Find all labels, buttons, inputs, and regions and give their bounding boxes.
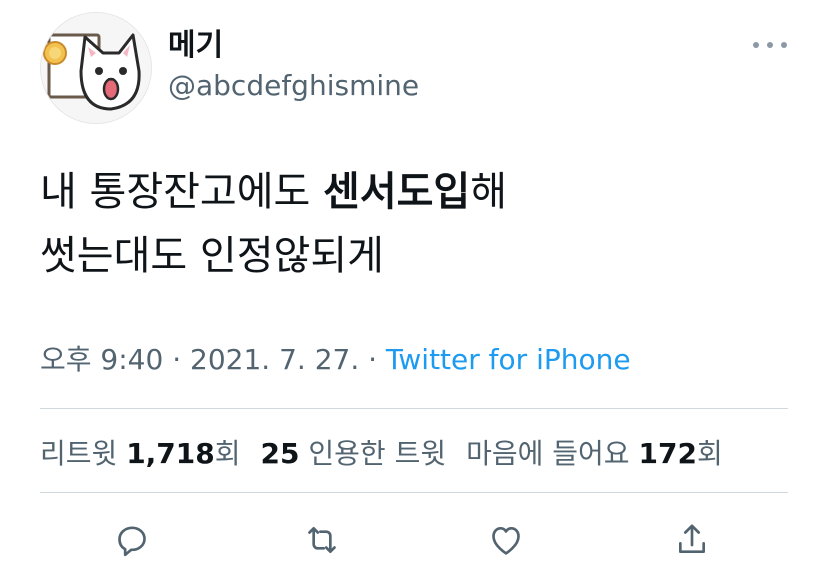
tweet-text-bold: 센서도입 [323,169,471,215]
meta-separator: · [163,343,191,376]
retweet-button[interactable] [298,516,346,564]
divider [40,492,788,493]
tweet-detail: 메기 @abcdefghismine 내 통장잔고에도 센서도입해 썻는대도 인… [0,0,828,584]
retweets-count: 1,718 [126,437,215,470]
retweets-suffix: 회 [214,437,241,470]
tweet-text-line-2: 썻는대도 인정않되게 [40,233,384,279]
tweet-text: 내 통장잔고에도 센서도입해 썻는대도 인정않되게 [40,160,800,288]
share-button[interactable] [668,516,716,564]
tweet-time[interactable]: 오후 9:40 [40,343,163,376]
like-button[interactable] [482,516,530,564]
divider [40,408,788,409]
share-icon [679,524,705,553]
more-dots-icon [753,42,787,48]
quotes-count: 25 [260,437,300,470]
retweets-stat[interactable]: 리트윗 1,718회 [40,437,241,470]
retweets-label: 리트윗 [40,437,118,470]
tweet-text-prefix: 내 통장잔고에도 [40,169,324,215]
more-options-button[interactable] [748,30,792,60]
meta-separator: · [359,343,386,376]
tweet-text-line-1: 내 통장잔고에도 센서도입해 [40,160,800,224]
likes-suffix: 회 [696,437,723,470]
likes-stat[interactable]: 마음에 들어요 172회 [466,437,723,470]
tweet-text-suffix: 해 [470,169,508,215]
quotes-label: 인용한 트윗 [308,437,447,470]
likes-label: 마음에 들어요 [466,437,630,470]
user-handle[interactable]: @abcdefghismine [168,68,419,104]
heart-icon [492,527,520,555]
tweet-stats: 리트윗 1,718회 25 인용한 트윗 마음에 들어요 172회 [40,434,723,474]
retweet-icon [308,527,336,553]
tweet-source-link[interactable]: Twitter for iPhone [386,343,631,376]
tweet-meta: 오후 9:40 · 2021. 7. 27. · Twitter for iPh… [40,340,631,380]
cat-avatar-icon [41,13,151,123]
likes-count: 172 [638,437,697,470]
display-name[interactable]: 메기 [168,28,223,64]
reply-button[interactable] [108,516,156,564]
avatar[interactable] [40,12,152,124]
tweet-date[interactable]: 2021. 7. 27. [190,343,359,376]
reply-icon [118,526,146,557]
quotes-stat[interactable]: 25 인용한 트윗 [261,437,447,470]
